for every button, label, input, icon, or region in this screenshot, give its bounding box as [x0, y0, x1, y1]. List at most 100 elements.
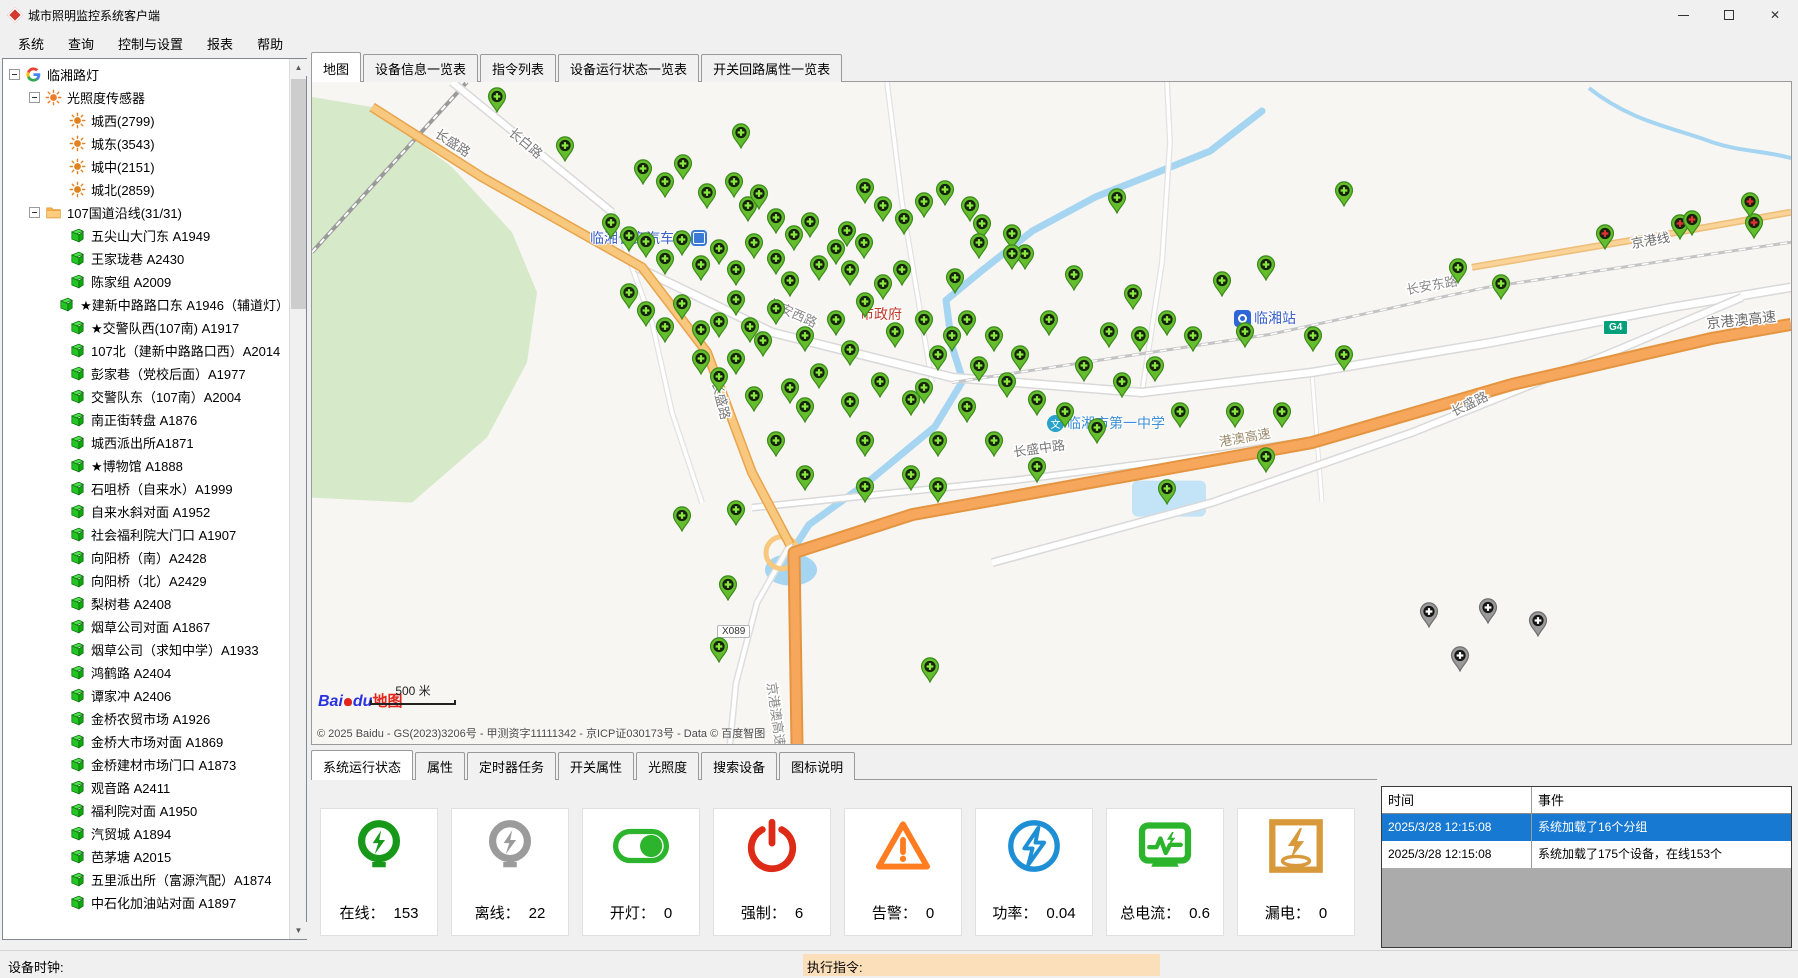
map-pin-online-icon[interactable]: [1039, 310, 1058, 336]
tree-device-item-2[interactable]: 陈家组 A2009: [7, 270, 289, 293]
map-pin-online-icon[interactable]: [672, 294, 691, 320]
map-pin-online-icon[interactable]: [1027, 390, 1046, 416]
map-pin-online-icon[interactable]: [870, 372, 889, 398]
tree-device-item-13[interactable]: 社会福利院大门口 A1907: [7, 523, 289, 546]
map-pin-online-icon[interactable]: [970, 356, 989, 382]
menu-item-1[interactable]: 查询: [56, 30, 106, 57]
collapse-toggle-icon[interactable]: [29, 92, 40, 103]
scroll-up-icon[interactable]: ▲: [290, 59, 307, 76]
map-pin-online-icon[interactable]: [854, 233, 873, 259]
map-pin-online-icon[interactable]: [1157, 479, 1176, 505]
tab-bottom-6[interactable]: 图标说明: [779, 752, 855, 780]
tree-device-item-15[interactable]: 向阳桥（北）A2429: [7, 569, 289, 592]
map-pin-online-icon[interactable]: [795, 465, 814, 491]
map-pin-online-icon[interactable]: [619, 225, 638, 251]
tree-group-light-sensors[interactable]: 光照度传感器: [7, 86, 289, 109]
event-row-0[interactable]: 2025/3/28 12:15:08系统加载了16个分组: [1382, 814, 1791, 841]
menu-item-3[interactable]: 报表: [195, 30, 245, 57]
map-pin-online-icon[interactable]: [767, 299, 786, 325]
map-pin-online-icon[interactable]: [1212, 271, 1231, 297]
map-pin-online-icon[interactable]: [672, 230, 691, 256]
tree-group-road107[interactable]: 107国道沿线(31/31): [7, 201, 289, 224]
map-pin-online-icon[interactable]: [1449, 258, 1468, 284]
map-pin-online-icon[interactable]: [1064, 264, 1083, 290]
map-pin-online-icon[interactable]: [936, 180, 955, 206]
map-pin-online-icon[interactable]: [1256, 447, 1275, 473]
map-canvas[interactable]: 长白路长盛路长盛路长安西路长安东路京港线长盛路长盛中路港澳高速京港澳高速京港澳高…: [311, 82, 1792, 745]
map-pin-online-icon[interactable]: [767, 208, 786, 234]
map-pin-online-icon[interactable]: [915, 192, 934, 218]
tree-device-item-6[interactable]: 彭家巷（党校后面）A1977: [7, 362, 289, 385]
map-pin-online-icon[interactable]: [810, 362, 829, 388]
map-pin-online-icon[interactable]: [1304, 326, 1323, 352]
map-pin-online-icon[interactable]: [893, 260, 912, 286]
tree-device-item-22[interactable]: 金桥大市场对面 A1869: [7, 730, 289, 753]
close-button[interactable]: ✕: [1752, 0, 1798, 30]
menu-item-0[interactable]: 系统: [6, 30, 56, 57]
map-pin-online-icon[interactable]: [946, 268, 965, 294]
map-pin-online-icon[interactable]: [1171, 402, 1190, 428]
map-pin-online-icon[interactable]: [1492, 274, 1511, 300]
device-tree[interactable]: 临湘路灯光照度传感器城西(2799)城东(3543)城中(2151)城北(285…: [3, 59, 289, 939]
tree-device-item-4[interactable]: ★交警队西(107南) A1917: [7, 316, 289, 339]
map-pin-online-icon[interactable]: [915, 378, 934, 404]
scroll-thumb[interactable]: [291, 79, 306, 309]
event-log-table[interactable]: 时间事件2025/3/28 12:15:08系统加载了16个分组2025/3/2…: [1381, 786, 1792, 948]
map-pin-online-icon[interactable]: [841, 340, 860, 366]
tree-device-item-21[interactable]: 金桥农贸市场 A1926: [7, 707, 289, 730]
tree-sensor-item-3[interactable]: 城北(2859): [7, 178, 289, 201]
map-pin-online-icon[interactable]: [709, 367, 728, 393]
map-pin-online-icon[interactable]: [555, 135, 574, 161]
tab-bottom-5[interactable]: 搜索设备: [701, 752, 777, 780]
tab-map-0[interactable]: 地图: [311, 52, 361, 82]
map-pin-online-icon[interactable]: [921, 657, 940, 683]
tree-device-item-20[interactable]: 谭家冲 A2406: [7, 684, 289, 707]
map-pin-online-icon[interactable]: [745, 233, 764, 259]
map-pin-online-icon[interactable]: [749, 184, 768, 210]
map-pin-online-icon[interactable]: [637, 301, 656, 327]
tree-scrollbar[interactable]: ▲ ▼: [289, 59, 306, 939]
map-pin-online-icon[interactable]: [1236, 321, 1255, 347]
map-pin-online-icon[interactable]: [724, 172, 743, 198]
map-pin-online-icon[interactable]: [885, 321, 904, 347]
map-pin-online-icon[interactable]: [970, 233, 989, 259]
map-pin-online-icon[interactable]: [826, 310, 845, 336]
map-pin-online-icon[interactable]: [731, 123, 750, 149]
map-pin-online-icon[interactable]: [718, 575, 737, 601]
tree-device-item-14[interactable]: 向阳桥（南）A2428: [7, 546, 289, 569]
map-pin-online-icon[interactable]: [674, 154, 693, 180]
map-pin-online-icon[interactable]: [856, 477, 875, 503]
tree-device-item-12[interactable]: 自来水斜对面 A1952: [7, 500, 289, 523]
scroll-down-icon[interactable]: ▼: [290, 922, 307, 939]
tree-device-item-29[interactable]: 中石化加油站对面 A1897: [7, 891, 289, 914]
map-pin-online-icon[interactable]: [928, 431, 947, 457]
map-pin-online-icon[interactable]: [873, 274, 892, 300]
map-pin-online-icon[interactable]: [1157, 310, 1176, 336]
map-pin-online-icon[interactable]: [1273, 402, 1292, 428]
map-pin-online-icon[interactable]: [1131, 326, 1150, 352]
map-pin-online-icon[interactable]: [873, 196, 892, 222]
map-pin-online-icon[interactable]: [727, 290, 746, 316]
menu-item-4[interactable]: 帮助: [245, 30, 295, 57]
map-pin-online-icon[interactable]: [1256, 255, 1275, 281]
tree-device-item-26[interactable]: 汽贸城 A1894: [7, 822, 289, 845]
minimize-button[interactable]: [1660, 0, 1706, 30]
tree-device-item-5[interactable]: 107北（建新中路路口西）A2014: [7, 339, 289, 362]
map-pin-online-icon[interactable]: [634, 159, 653, 185]
tree-device-item-24[interactable]: 观音路 A2411: [7, 776, 289, 799]
map-pin-online-icon[interactable]: [901, 465, 920, 491]
map-pin-online-icon[interactable]: [1027, 456, 1046, 482]
map-pin-online-icon[interactable]: [998, 372, 1017, 398]
map-pin-online-icon[interactable]: [841, 392, 860, 418]
tab-map-1[interactable]: 设备信息一览表: [363, 54, 478, 82]
map-pin-online-icon[interactable]: [1184, 326, 1203, 352]
tree-device-item-9[interactable]: 城西派出所A1871: [7, 431, 289, 454]
map-pin-alarm-icon[interactable]: [1595, 223, 1614, 249]
tab-bottom-3[interactable]: 开关属性: [558, 752, 634, 780]
tree-device-item-17[interactable]: 烟草公司对面 A1867: [7, 615, 289, 638]
map-pin-online-icon[interactable]: [672, 505, 691, 531]
tree-device-item-1[interactable]: 王家珑巷 A2430: [7, 247, 289, 270]
map-pin-online-icon[interactable]: [745, 386, 764, 412]
map-pin-online-icon[interactable]: [1100, 321, 1119, 347]
map-pin-online-icon[interactable]: [984, 326, 1003, 352]
